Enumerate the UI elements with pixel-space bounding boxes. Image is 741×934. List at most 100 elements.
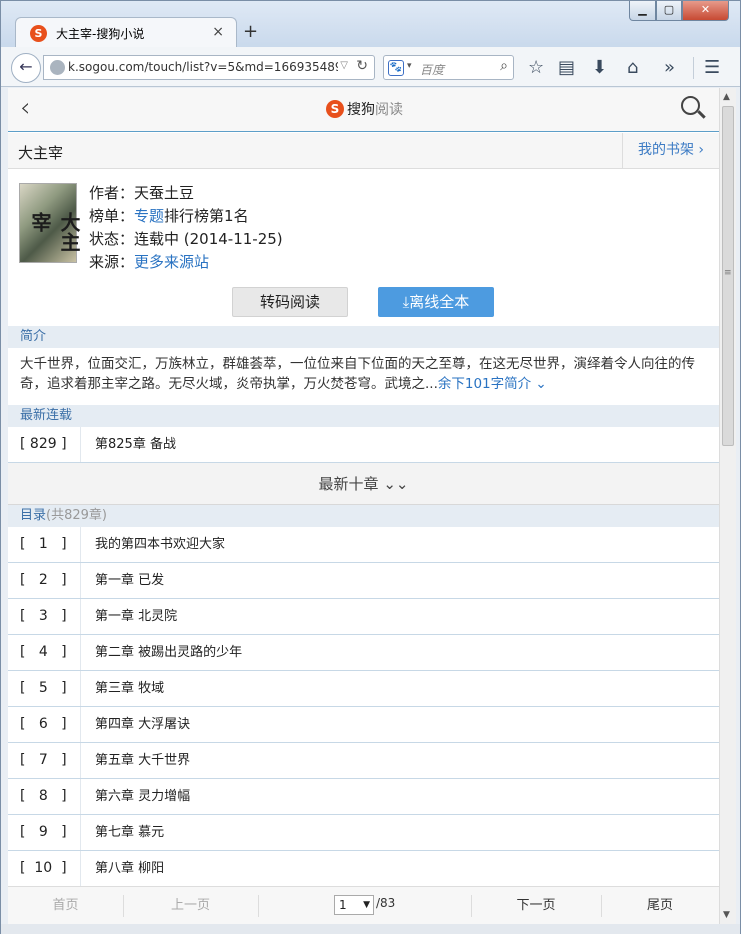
- latest-heading: 最新连载: [8, 405, 719, 427]
- status-value: 连载中 (2014-11-25): [134, 230, 283, 248]
- offline-download-button[interactable]: ⤓离线全本: [378, 287, 494, 317]
- navigation-toolbar: ← k.sogou.com/touch/list?v=5&md=16693548…: [1, 47, 740, 87]
- site-header: ‹ S 搜狗 阅读: [8, 88, 719, 132]
- sogou-favicon-icon: S: [30, 25, 47, 42]
- catalog-title: 目录: [20, 508, 47, 523]
- chapter-title[interactable]: 第一章 北灵院: [95, 599, 177, 634]
- chapter-row[interactable]: [ 5 ] 第三章 牧域: [8, 671, 719, 707]
- chapter-title[interactable]: 第三章 牧域: [95, 671, 164, 706]
- chapter-num: [ 5 ]: [8, 671, 81, 706]
- chapter-num: [ 4 ]: [8, 635, 81, 670]
- site-search-icon[interactable]: [681, 96, 707, 122]
- status-row: 状态：连载中 (2014-11-25): [89, 228, 283, 251]
- browser-back-button[interactable]: ←: [11, 53, 41, 83]
- current-page: 1: [339, 898, 347, 912]
- overflow-chevron-icon[interactable]: »: [664, 57, 675, 78]
- chapter-row[interactable]: [ 3 ] 第一章 北灵院: [8, 599, 719, 635]
- chapter-row[interactable]: [ 9 ] 第七章 慕元: [8, 815, 719, 851]
- minimize-button[interactable]: ▁: [629, 1, 656, 21]
- chapter-row[interactable]: [ 10 ] 第八章 柳阳: [8, 851, 719, 887]
- source-label: 来源：: [89, 253, 135, 271]
- my-shelf-link[interactable]: 我的书架 ›: [622, 133, 719, 168]
- engine-dropdown-icon[interactable]: ▾: [407, 61, 412, 71]
- book-info: 大主宰 作者：天蚕土豆 榜单：专题排行榜第1名 状态：连载中 (2014-11-…: [8, 170, 719, 322]
- next-page-button[interactable]: 下一页: [471, 887, 601, 924]
- downloads-icon[interactable]: ⬇: [592, 57, 607, 78]
- latest-ten-button[interactable]: 最新十章 ⌄⌄: [8, 463, 719, 505]
- chapter-num: [ 7 ]: [8, 743, 81, 778]
- page-back-icon[interactable]: ‹: [20, 93, 30, 123]
- browser-tab[interactable]: S 大主宰-搜狗小说 ×: [15, 17, 237, 49]
- url-text[interactable]: k.sogou.com/touch/list?v=5&md=1669354895: [68, 60, 338, 74]
- scroll-grip-icon: ≡: [724, 268, 732, 278]
- chapter-title[interactable]: 我的第四本书欢迎大家: [95, 527, 225, 562]
- intro-text-block: 大千世界，位面交汇，万族林立，群雄荟萃，一位位来自下位面的天之至尊，在这无尽世界…: [20, 354, 712, 394]
- title-bar: S 大主宰-搜狗小说 × + ▁ ▢ ✕: [1, 1, 740, 49]
- logo-mark-icon: S: [326, 100, 344, 118]
- sogou-reading-logo[interactable]: S 搜狗 阅读: [326, 99, 403, 119]
- prev-page-button[interactable]: 上一页: [123, 887, 258, 924]
- window-controls: ▁ ▢ ✕: [629, 1, 734, 21]
- author-name: 天蚕土豆: [134, 184, 195, 202]
- chapter-title[interactable]: 第四章 大浮屠诀: [95, 707, 190, 742]
- maximize-button[interactable]: ▢: [656, 1, 682, 21]
- status-bar: [1, 924, 740, 934]
- tab-title: 大主宰-搜狗小说: [56, 27, 145, 41]
- chapter-title[interactable]: 第六章 灵力增幅: [95, 779, 190, 814]
- chapter-row[interactable]: [ 2 ] 第一章 已发: [8, 563, 719, 599]
- address-bar[interactable]: k.sogou.com/touch/list?v=5&md=1669354895…: [43, 55, 375, 80]
- chevron-down-icon: ▼: [363, 900, 370, 910]
- chapter-num: [ 10 ]: [8, 851, 81, 886]
- pager-divider: [258, 895, 259, 917]
- page-select[interactable]: 1 ▼: [334, 895, 374, 915]
- chapter-num: [ 9 ]: [8, 815, 81, 850]
- rank-topic-link[interactable]: 专题: [134, 207, 164, 225]
- latest-chapter-title[interactable]: 第825章 备战: [95, 427, 176, 462]
- rank-text: 排行榜第1名: [164, 207, 249, 225]
- latest-chapter-row[interactable]: [ 829 ] 第825章 备战: [8, 427, 719, 463]
- rank-label: 榜单：: [89, 207, 135, 225]
- chapter-title[interactable]: 第八章 柳阳: [95, 851, 164, 886]
- chapter-title[interactable]: 第五章 大千世界: [95, 743, 190, 778]
- close-window-button[interactable]: ✕: [682, 1, 729, 21]
- catalog-count: (共829章): [46, 508, 107, 523]
- chapter-title[interactable]: 第七章 慕元: [95, 815, 164, 850]
- chapter-title[interactable]: 第二章 被踢出灵路的少年: [95, 635, 242, 670]
- home-icon[interactable]: ⌂: [627, 57, 638, 78]
- chapter-row[interactable]: [ 7 ] 第五章 大千世界: [8, 743, 719, 779]
- chapter-num: [ 2 ]: [8, 563, 81, 598]
- author-label: 作者：: [89, 184, 135, 202]
- chapter-row[interactable]: [ 1 ] 我的第四本书欢迎大家: [8, 527, 719, 563]
- book-cover-image[interactable]: 大主宰: [19, 183, 81, 263]
- page-scrollbar[interactable]: ▲ ≡ ▼: [719, 88, 736, 924]
- logo-brand: 搜狗: [347, 102, 375, 118]
- last-page-button[interactable]: 尾页: [601, 887, 719, 924]
- search-icon[interactable]: ⌕: [500, 58, 508, 74]
- browser-search-box[interactable]: 🐾 ▾ 百度 ⌕: [383, 55, 514, 80]
- reload-icon[interactable]: ↻: [356, 58, 368, 74]
- baidu-engine-icon[interactable]: 🐾: [388, 60, 404, 76]
- bookmarks-menu-icon[interactable]: ▤: [558, 57, 575, 78]
- transcode-read-button[interactable]: 转码阅读: [232, 287, 348, 317]
- search-placeholder[interactable]: 百度: [420, 61, 444, 78]
- book-title-bar: 大主宰 我的书架 ›: [8, 133, 719, 169]
- more-sources-link[interactable]: 更多来源站: [134, 253, 209, 271]
- scroll-down-icon[interactable]: ▼: [723, 910, 730, 920]
- chapter-row[interactable]: [ 8 ] 第六章 灵力增幅: [8, 779, 719, 815]
- chapter-row[interactable]: [ 6 ] 第四章 大浮屠诀: [8, 707, 719, 743]
- new-tab-button[interactable]: +: [243, 21, 258, 42]
- browser-window: S 大主宰-搜狗小说 × + ▁ ▢ ✕ ← k.sogou.com/touch…: [0, 0, 741, 934]
- url-dropdown-icon[interactable]: ▽: [340, 60, 348, 71]
- tab-close-icon[interactable]: ×: [212, 24, 224, 40]
- first-page-button[interactable]: 首页: [8, 887, 123, 924]
- bookmark-star-icon[interactable]: ☆: [528, 57, 544, 78]
- chapter-row[interactable]: [ 4 ] 第二章 被踢出灵路的少年: [8, 635, 719, 671]
- chapter-num: [ 1 ]: [8, 527, 81, 562]
- scroll-up-icon[interactable]: ▲: [723, 92, 730, 102]
- intro-text: 大千世界，位面交汇，万族林立，群雄荟萃，一位位来自下位面的天之至尊，在这无尽世界…: [20, 356, 695, 392]
- book-meta: 作者：天蚕土豆 榜单：专题排行榜第1名 状态：连载中 (2014-11-25) …: [89, 182, 283, 274]
- globe-icon: [50, 60, 65, 75]
- hamburger-menu-icon[interactable]: ☰: [704, 57, 720, 78]
- intro-more-link[interactable]: 余下101字简介 ⌄: [438, 376, 547, 392]
- chapter-title[interactable]: 第一章 已发: [95, 563, 164, 598]
